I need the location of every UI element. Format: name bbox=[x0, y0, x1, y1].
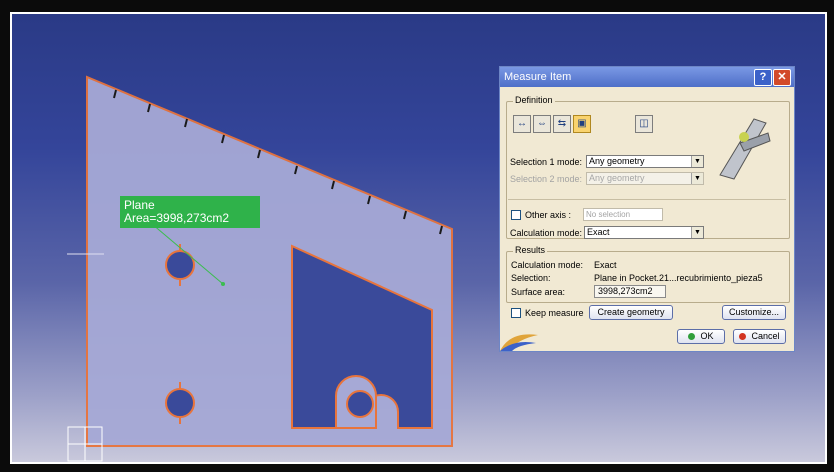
ok-button[interactable]: OK bbox=[677, 329, 725, 344]
chevron-down-icon: ▼ bbox=[691, 227, 703, 238]
measure-inertia-icon[interactable]: ▣ bbox=[573, 115, 591, 133]
keep-measure-icon[interactable]: ◫ bbox=[635, 115, 653, 133]
result-selection-label: Selection: bbox=[511, 273, 551, 283]
create-geometry-button[interactable]: Create geometry bbox=[589, 305, 673, 320]
customize-button[interactable]: Customize... bbox=[722, 305, 786, 320]
keep-measure-label: Keep measure bbox=[525, 308, 584, 318]
selection2-label: Selection 2 mode: bbox=[510, 174, 583, 184]
chevron-down-icon: ▼ bbox=[691, 173, 703, 184]
help-button[interactable]: ? bbox=[754, 69, 772, 86]
measure-item-dialog: Measure Item ? ✕ Definition ↔ ⇔ ⇆ ▣ ◫ Se… bbox=[499, 66, 795, 352]
ok-label: OK bbox=[700, 331, 714, 341]
calc-mode-select[interactable]: Exact ▼ bbox=[584, 226, 704, 239]
compass-axis-icon[interactable] bbox=[67, 426, 103, 462]
selection1-value: Any geometry bbox=[589, 156, 645, 166]
selection1-mode-select[interactable]: Any geometry ▼ bbox=[586, 155, 704, 168]
result-surface-area-label: Surface area: bbox=[511, 287, 566, 297]
chevron-down-icon: ▼ bbox=[691, 156, 703, 167]
results-label: Results bbox=[513, 245, 548, 255]
measure-item-icon[interactable]: ↔ bbox=[513, 115, 531, 133]
annotation-line-2: Area=3998,273cm2 bbox=[124, 211, 230, 225]
divider bbox=[508, 199, 786, 200]
cancel-label: Cancel bbox=[751, 331, 780, 341]
calc-mode-value: Exact bbox=[587, 227, 610, 237]
result-selection-value: Plane in Pocket.21...recubrimiento_pieza… bbox=[594, 273, 763, 283]
selection2-value: Any geometry bbox=[589, 173, 645, 183]
selection1-label: Selection 1 mode: bbox=[510, 157, 583, 167]
result-calc-mode-label: Calculation mode: bbox=[511, 260, 584, 270]
definition-label: Definition bbox=[513, 95, 555, 105]
measure-thickness-icon[interactable]: ⇆ bbox=[553, 115, 571, 133]
close-button[interactable]: ✕ bbox=[773, 69, 791, 86]
measure-between-icon[interactable]: ⇔ bbox=[533, 115, 551, 133]
hole-lower bbox=[165, 388, 195, 418]
hole-upper bbox=[165, 250, 195, 280]
plane-area-annotation[interactable]: Plane Area=3998,273cm2 bbox=[120, 196, 260, 228]
result-calc-mode-value: Exact bbox=[594, 260, 617, 270]
other-axis-checkbox[interactable] bbox=[511, 210, 521, 220]
3d-viewport[interactable]: Plane Area=3998,273cm2 Measure Item ? ✕ … bbox=[10, 12, 827, 464]
other-axis-field[interactable]: No selection bbox=[583, 208, 663, 221]
calc-mode-label: Calculation mode: bbox=[510, 228, 583, 238]
other-axis-label: Other axis : bbox=[525, 210, 572, 220]
caliper-icon bbox=[719, 118, 771, 180]
dialog-titlebar[interactable]: Measure Item ? ✕ bbox=[500, 67, 794, 87]
surface-area-value: 3998,273cm2 bbox=[594, 285, 666, 298]
dialog-title: Measure Item bbox=[504, 71, 572, 83]
boss-hole bbox=[346, 390, 374, 418]
window-frame: Plane Area=3998,273cm2 Measure Item ? ✕ … bbox=[0, 0, 834, 472]
ok-dot-icon bbox=[688, 333, 696, 341]
cancel-dot-icon bbox=[739, 333, 747, 341]
cancel-button[interactable]: Cancel bbox=[733, 329, 786, 344]
selection2-mode-select[interactable]: Any geometry ▼ bbox=[586, 172, 704, 185]
catia-swirl-icon bbox=[500, 334, 538, 351]
keep-measure-checkbox[interactable] bbox=[511, 308, 521, 318]
